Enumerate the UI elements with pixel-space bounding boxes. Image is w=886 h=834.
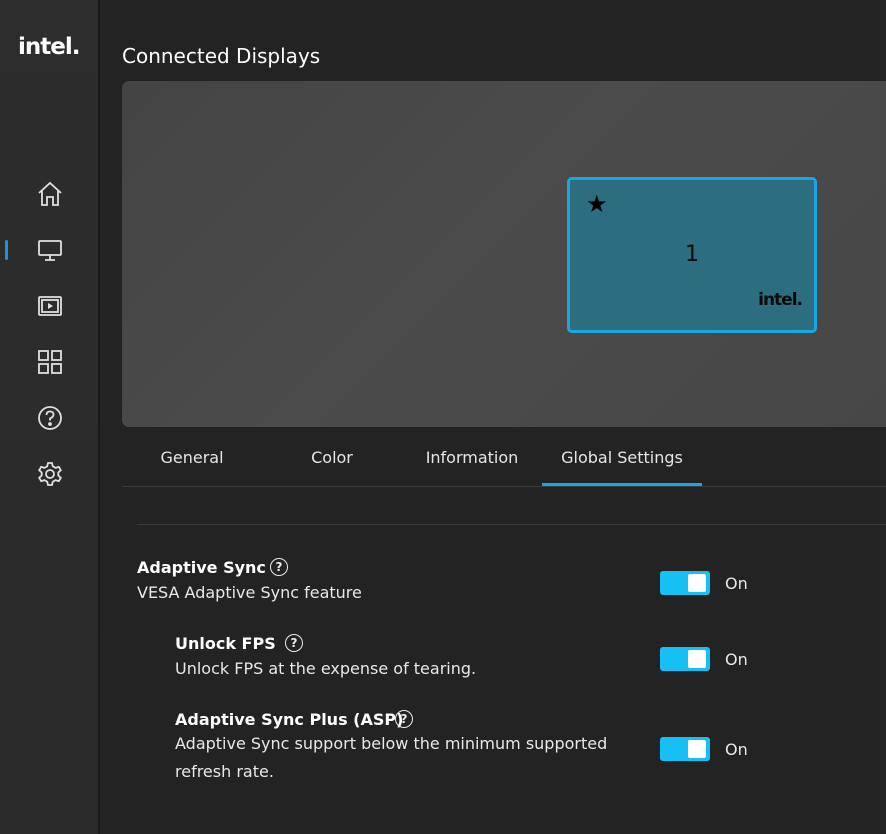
asp-desc-line2: refresh rate. [175,762,274,781]
monitor-icon [38,240,62,261]
adaptive-sync-toggle[interactable] [660,571,710,595]
tab-bar: General Color Information Global Setting… [122,434,802,486]
grid-icon [38,350,62,374]
sidebar-item-apps[interactable] [30,342,70,382]
toggle-knob [688,574,706,592]
main-panel: Connected Displays ★ 1 intel. General Co… [100,0,886,834]
sidebar-item-settings[interactable] [30,454,70,494]
video-icon [38,296,62,316]
gear-icon [38,462,62,486]
asp-toggle[interactable] [660,737,710,761]
unlock-fps-toggle[interactable] [660,647,710,671]
home-icon [38,181,62,206]
display-brand-logo: intel. [758,290,803,310]
unlock-fps-title: Unlock FPS [175,634,276,653]
display-1-tile[interactable]: ★ 1 intel. [567,177,817,333]
toggle-knob [688,650,706,668]
tab-general[interactable]: General [122,434,262,486]
adaptive-sync-title: Adaptive Sync [137,558,266,577]
tab-global-settings[interactable]: Global Settings [542,434,702,486]
asp-desc-line1: Adaptive Sync support below the minimum … [175,734,608,753]
help-icon [38,406,62,430]
sidebar-item-help[interactable] [30,398,70,438]
intel-logo: intel. [18,34,80,60]
adaptive-sync-help-icon[interactable]: ? [270,558,288,576]
tab-information[interactable]: Information [402,434,542,486]
primary-display-star-icon: ★ [586,190,608,218]
tab-divider [122,486,886,487]
sidebar-item-display[interactable] [30,230,70,270]
section-divider [137,524,886,525]
adaptive-sync-desc: VESA Adaptive Sync feature [137,583,362,602]
adaptive-sync-state: On [725,574,748,593]
sidebar: intel. [0,0,100,834]
page-title: Connected Displays [122,44,321,68]
display-number: 1 [685,242,699,267]
tab-color[interactable]: Color [262,434,402,486]
unlock-fps-desc: Unlock FPS at the expense of tearing. [175,659,477,678]
active-indicator [5,240,8,260]
asp-title: Adaptive Sync Plus (ASP) [175,710,404,729]
unlock-fps-state: On [725,650,748,669]
asp-state: On [725,740,748,759]
sidebar-item-home[interactable] [30,174,70,214]
toggle-knob [688,740,706,758]
display-arrangement-area: ★ 1 intel. [122,81,886,427]
sidebar-item-video[interactable] [30,286,70,326]
unlock-fps-help-icon[interactable]: ? [285,634,303,652]
asp-help-icon[interactable]: ? [395,710,413,728]
